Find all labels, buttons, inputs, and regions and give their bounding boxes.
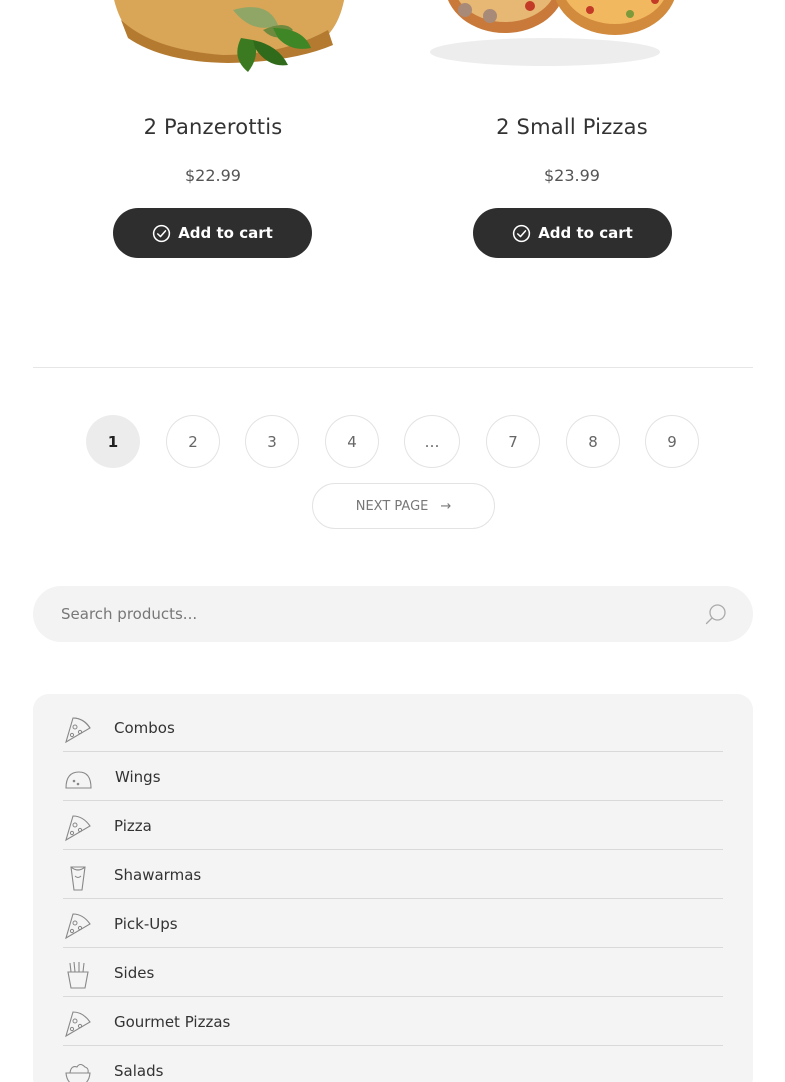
product-price: $23.99 <box>544 166 600 185</box>
shawarma-icon <box>70 866 86 891</box>
product-title[interactable]: 2 Panzerottis <box>33 115 393 139</box>
category-label: Salads <box>114 1062 164 1080</box>
next-page-label: Next page <box>355 498 429 514</box>
page-ellipsis: … <box>404 415 460 468</box>
category-item-sides[interactable]: Sides <box>63 948 723 997</box>
category-item-shawarmas[interactable]: Shawarmas <box>63 850 723 899</box>
pizza-slice-icon <box>65 913 91 940</box>
category-item-combos[interactable]: Combos <box>63 703 723 752</box>
arrow-right-icon: → <box>440 498 452 514</box>
page-3-link[interactable]: 3 <box>245 415 299 468</box>
section-divider <box>33 367 753 368</box>
search-icon[interactable] <box>705 603 727 625</box>
category-item-pizza[interactable]: Pizza <box>63 801 723 850</box>
check-circle-icon <box>513 224 531 242</box>
page-8-link[interactable]: 8 <box>566 415 620 468</box>
panzerotti-image[interactable] <box>113 0 348 80</box>
page-1-current: 1 <box>86 415 140 468</box>
add-to-cart-label: Add to cart <box>538 224 633 242</box>
next-page-button[interactable]: Next page → <box>312 483 495 529</box>
category-label: Pizza <box>114 817 152 835</box>
pizza-slice-icon <box>65 815 91 842</box>
page-4-link[interactable]: 4 <box>325 415 379 468</box>
add-to-cart-label: Add to cart <box>178 224 273 242</box>
salad-bowl-icon <box>65 1063 91 1082</box>
page-2-link[interactable]: 2 <box>166 415 220 468</box>
category-label: Combos <box>114 719 175 737</box>
category-item-wings[interactable]: Wings <box>63 752 723 801</box>
add-to-cart-button[interactable]: Add to cart <box>473 208 672 258</box>
page-7-link[interactable]: 7 <box>486 415 540 468</box>
category-label: Shawarmas <box>114 866 202 884</box>
product-title[interactable]: 2 Small Pizzas <box>392 115 752 139</box>
pizza-slice-icon <box>65 1011 91 1038</box>
wings-icon <box>65 771 92 789</box>
add-to-cart-button[interactable]: Add to cart <box>113 208 312 258</box>
page-9-link[interactable]: 9 <box>645 415 699 468</box>
fries-icon <box>67 961 89 989</box>
product-search <box>33 586 753 642</box>
category-list: Combos Wings Pizza Shawarmas Pick-Ups Si… <box>33 694 753 1082</box>
category-label: Gourmet Pizzas <box>114 1013 231 1031</box>
check-circle-icon <box>153 224 171 242</box>
category-label: Sides <box>114 964 155 982</box>
category-item-salads[interactable]: Salads <box>63 1046 723 1082</box>
search-input[interactable] <box>61 586 681 642</box>
pizza-slice-icon <box>65 717 91 744</box>
category-item-gourmet-pizzas[interactable]: Gourmet Pizzas <box>63 997 723 1046</box>
category-item-pick-ups[interactable]: Pick-Ups <box>63 899 723 948</box>
category-label: Pick-Ups <box>114 915 178 933</box>
product-price: $22.99 <box>185 166 241 185</box>
category-label: Wings <box>115 768 161 786</box>
small-pizzas-image[interactable] <box>430 0 720 80</box>
